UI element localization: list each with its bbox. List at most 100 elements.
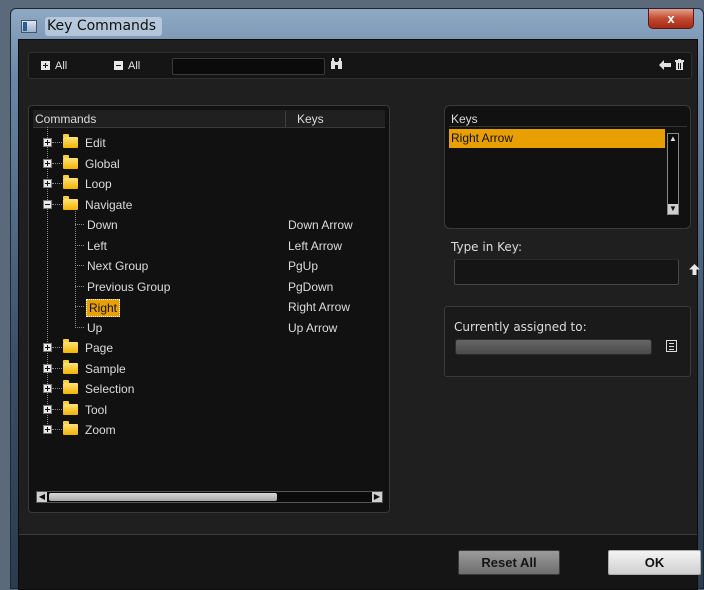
expand-icon[interactable] [43,425,52,434]
folder-icon [63,196,78,210]
close-button[interactable]: x [648,9,694,29]
tree-command-row[interactable]: Left Left Arrow [29,236,379,256]
assigned-panel: Currently assigned to: [444,306,691,377]
tree-connector [52,204,62,205]
tree-folder-row[interactable]: Zoom [29,420,379,440]
window-title: Key Commands [45,17,163,36]
tree-folder-label: Zoom [85,423,116,437]
tree-folder-row[interactable]: Sample [29,359,379,379]
tree-folder-label: Tool [85,403,108,417]
binoculars-icon[interactable] [330,58,343,74]
tree-key-binding: Left Arrow [288,239,343,253]
tree-key-binding: Down Arrow [288,218,353,232]
tree-key-binding: Up Arrow [288,321,338,335]
tree-folder-label: Edit [85,136,106,150]
type-in-key-label: Type in Key: [451,240,523,254]
tree-connector [52,347,62,348]
tree-connector [52,429,62,430]
expand-icon[interactable] [43,405,52,414]
tree-command-row[interactable]: Up Up Arrow [29,318,379,338]
tree-connector [52,388,62,389]
tree-folder-label: Global [85,157,120,171]
tree-connector [75,245,84,246]
collapse-all-button[interactable]: All [114,58,140,74]
currently-assigned-field [455,339,652,355]
tree-connector [52,142,62,143]
folder-icon [63,175,78,189]
expand-icon[interactable] [43,179,52,188]
arrow-up-icon[interactable] [689,264,700,278]
search-input[interactable] [172,58,325,75]
column-divider[interactable] [285,111,286,127]
tree-command-label: Next Group [87,259,149,273]
expand-icon[interactable] [43,384,52,393]
app-icon [21,20,37,33]
key-list-item[interactable]: Right Arrow [449,129,665,148]
tree-key-binding: PgUp [288,259,319,273]
tree-folder-row[interactable]: Page [29,338,379,358]
folder-icon [63,155,78,169]
scroll-thumb[interactable] [49,493,277,501]
tree-command-label: Previous Group [87,280,171,294]
folder-icon [63,401,78,415]
reset-all-label: Reset All [481,555,537,570]
tree-command-row[interactable]: Right Right Arrow [29,297,379,317]
tree-connector [52,409,62,410]
scroll-left-icon[interactable]: ◀ [37,492,47,502]
tree-folder-row[interactable]: Loop [29,174,379,194]
tree-connector [75,265,84,266]
tree-connector [52,163,62,164]
tree-folder-row[interactable]: Navigate [29,195,379,215]
tree-connector [52,368,62,369]
tree-folder-label: Navigate [85,198,133,212]
tree-folder-row[interactable]: Tool [29,400,379,420]
key-commands-window: Key Commands x All All Commands Keys Edi… [10,8,704,590]
tree-command-row[interactable]: Previous Group PgDown [29,277,379,297]
expand-icon[interactable] [43,364,52,373]
collapse-icon[interactable] [43,200,52,209]
ok-label: OK [644,555,665,570]
commands-column-header[interactable]: Commands [35,112,96,126]
scroll-down-icon[interactable]: ▼ [668,204,678,214]
expand-icon[interactable] [43,138,52,147]
title-bar[interactable]: Key Commands x [11,9,703,41]
dialog-body: All All Commands Keys Edit Global Loop N… [18,39,701,590]
expand-all-label: All [55,60,68,72]
tree-folder-label: Page [85,341,114,355]
tree-folder-label: Loop [85,177,112,191]
folder-icon [63,421,78,435]
expand-icon[interactable] [43,159,52,168]
tree-command-row[interactable]: Next Group PgUp [29,256,379,276]
scroll-right-icon[interactable]: ▶ [372,492,382,502]
tree-connector [52,183,62,184]
folder-icon [63,134,78,148]
plus-icon [41,61,50,70]
keys-panel-header: Keys [449,110,687,127]
tree-folder-row[interactable]: Edit [29,133,379,153]
list-icon[interactable] [666,340,677,352]
tree-command-row[interactable]: Down Down Arrow [29,215,379,235]
tree-folder-row[interactable]: Global [29,154,379,174]
minus-icon [114,61,123,70]
keys-column-header[interactable]: Keys [297,112,324,126]
trash-icon[interactable] [675,58,684,74]
tree-key-binding: PgDown [288,280,334,294]
commands-header: Commands Keys [33,110,385,128]
tree-command-label: Right [86,299,121,317]
type-in-key-input[interactable] [454,259,679,285]
vertical-scrollbar[interactable]: ▲ ▼ [667,133,679,215]
horizontal-scrollbar[interactable]: ◀ ▶ [36,491,383,503]
ok-button[interactable]: OK [608,550,701,575]
scroll-up-icon[interactable]: ▲ [668,134,678,144]
tree-connector [75,306,84,307]
tree-connector [75,224,84,225]
tree-command-label: Down [87,218,118,232]
folder-icon [63,360,78,374]
commands-tree: Edit Global Loop Navigate Down Down Arrow Left… [29,127,389,483]
arrow-left-icon[interactable] [659,58,671,74]
tree-folder-row[interactable]: Selection [29,379,379,399]
expand-all-button[interactable]: All [41,58,67,74]
expand-icon[interactable] [43,343,52,352]
reset-all-button[interactable]: Reset All [458,550,560,575]
footer [19,535,697,589]
